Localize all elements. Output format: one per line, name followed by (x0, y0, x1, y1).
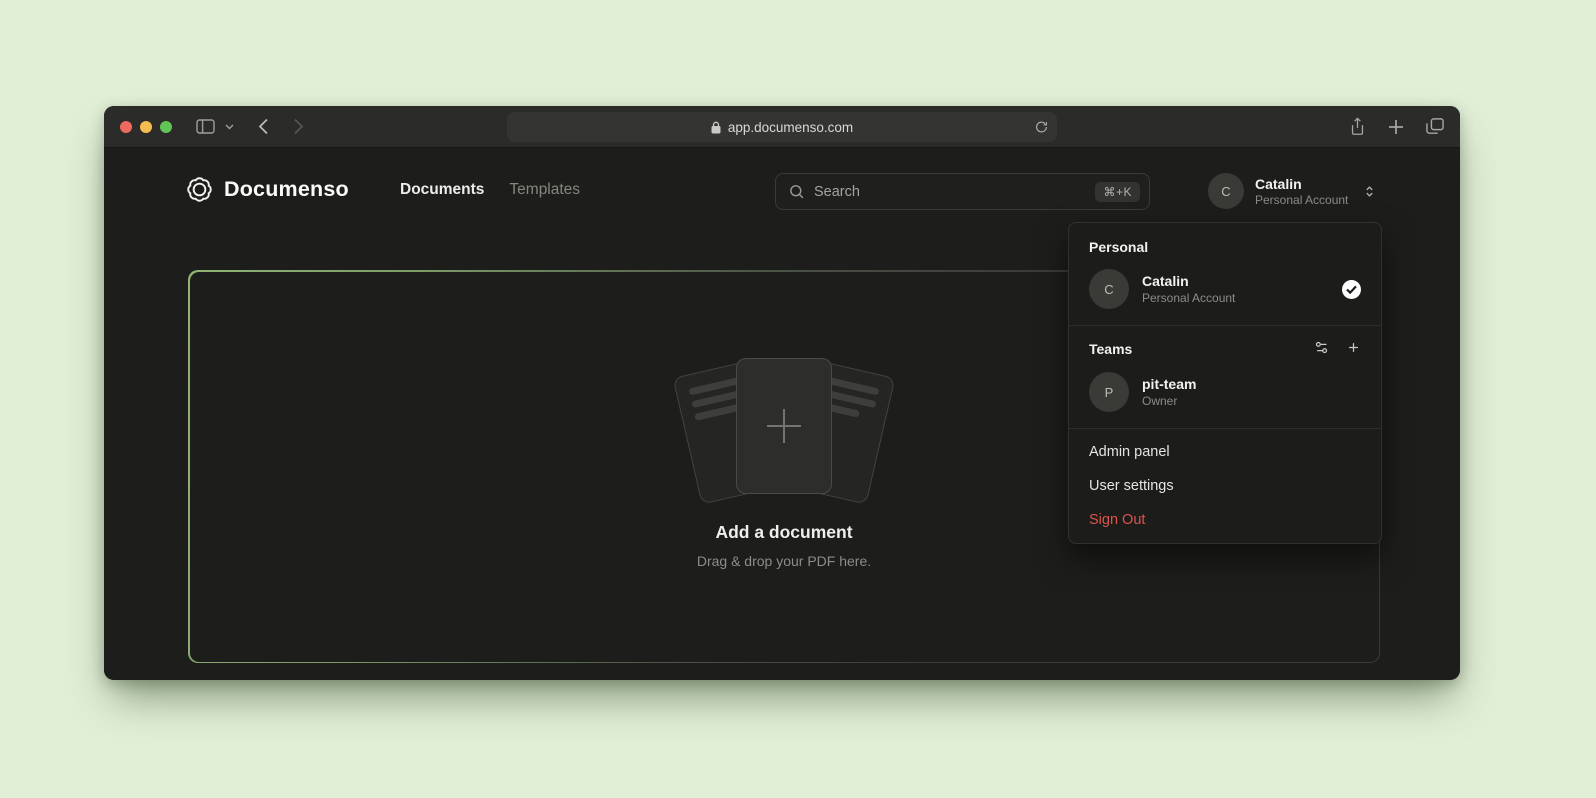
menu-divider (1069, 428, 1381, 429)
search-icon (788, 183, 805, 200)
lock-icon (711, 121, 721, 134)
reload-icon[interactable] (1035, 120, 1048, 134)
search-input[interactable]: Search ⌘+K (775, 173, 1150, 210)
forward-button[interactable] (293, 118, 304, 135)
address-bar[interactable]: app.documenso.com (507, 112, 1057, 142)
sidebar-toggle-icon[interactable] (196, 119, 215, 134)
teams-section-label: Teams (1069, 332, 1381, 364)
account-name: Catalin (1255, 176, 1348, 192)
personal-account-item[interactable]: C Catalin Personal Account (1069, 261, 1381, 321)
team-role: Owner (1142, 394, 1361, 408)
account-subtitle: Personal Account (1255, 193, 1348, 207)
brand[interactable]: Documenso (186, 176, 349, 203)
browser-window: app.documenso.com (104, 106, 1460, 680)
manage-teams-icon[interactable] (1314, 340, 1329, 358)
app-content: Documenso Documents Templates Search ⌘+K… (104, 148, 1460, 679)
account-dropdown-menu: Personal C Catalin Personal Account Team… (1068, 222, 1382, 544)
sidebar-chevron-down-icon[interactable] (225, 124, 234, 130)
main-nav: Documents Templates (400, 181, 580, 199)
personal-account-name: Catalin (1142, 273, 1329, 289)
search-placeholder: Search (814, 184, 1086, 200)
dropzone-subtitle: Drag & drop your PDF here. (190, 553, 1379, 569)
team-item[interactable]: P pit-team Owner (1069, 364, 1381, 424)
selected-check-icon (1342, 280, 1361, 299)
personal-section-label: Personal (1069, 231, 1381, 261)
minimize-window-button[interactable] (140, 121, 152, 133)
nav-templates[interactable]: Templates (509, 181, 580, 199)
document-card-add (736, 358, 832, 494)
share-icon[interactable] (1349, 117, 1366, 136)
add-team-icon[interactable] (1346, 340, 1361, 358)
avatar: C (1208, 173, 1244, 209)
browser-toolbar: app.documenso.com (104, 106, 1460, 148)
documenso-logo-icon (186, 176, 213, 203)
menu-item-user-settings[interactable]: User settings (1069, 469, 1381, 503)
tab-overview-icon[interactable] (1426, 118, 1444, 135)
menu-divider (1069, 325, 1381, 326)
back-button[interactable] (258, 118, 269, 135)
new-tab-icon[interactable] (1388, 119, 1404, 135)
avatar: C (1089, 269, 1129, 309)
window-controls (120, 121, 172, 133)
account-menu-trigger[interactable]: C Catalin Personal Account (1208, 171, 1376, 211)
search-shortcut-badge: ⌘+K (1095, 182, 1140, 202)
chevrons-up-down-icon (1363, 184, 1376, 199)
team-name: pit-team (1142, 376, 1361, 392)
document-stack-icon (684, 358, 884, 503)
zoom-window-button[interactable] (160, 121, 172, 133)
plus-icon (761, 403, 807, 449)
nav-documents[interactable]: Documents (400, 181, 484, 199)
avatar: P (1089, 372, 1129, 412)
close-window-button[interactable] (120, 121, 132, 133)
menu-item-admin-panel[interactable]: Admin panel (1069, 435, 1381, 469)
menu-item-sign-out[interactable]: Sign Out (1069, 503, 1381, 537)
url-text: app.documenso.com (728, 120, 853, 135)
brand-name: Documenso (224, 177, 349, 202)
personal-account-subtitle: Personal Account (1142, 291, 1329, 305)
